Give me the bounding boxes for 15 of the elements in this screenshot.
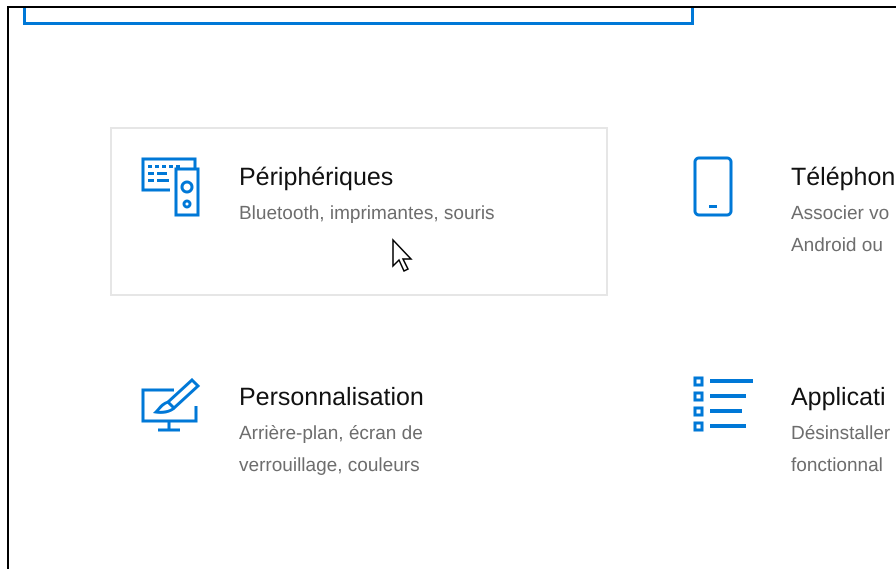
- tile-description: Arrière-plan, écran de verrouillage, couleurs: [239, 422, 424, 478]
- tile-description: Associer vo Android ou: [791, 202, 890, 258]
- keyboard-speaker-icon: [140, 156, 202, 218]
- mouse-pointer-icon: [391, 238, 415, 274]
- tile-title: Personnalisation: [239, 382, 424, 412]
- settings-tile[interactable]: Personnalisation Arrière-plan, écran de verrouillage, couleurs: [110, 347, 608, 516]
- tile-description: Désinstaller fonctionnal: [791, 422, 890, 478]
- tile-description: Bluetooth, imprimantes, souris: [239, 202, 495, 226]
- tile-title: Applicati: [791, 382, 886, 412]
- tile-title: Téléphon: [791, 162, 896, 192]
- settings-tile[interactable]: Applicati Désinstaller fonctionnal: [662, 347, 896, 516]
- settings-tile[interactable]: Périphériques Bluetooth, imprimantes, souris: [110, 127, 608, 296]
- settings-tile[interactable]: Téléphon Associer vo Android ou: [662, 127, 896, 296]
- tile-title: Périphériques: [239, 162, 394, 192]
- search-field[interactable]: [23, 8, 694, 25]
